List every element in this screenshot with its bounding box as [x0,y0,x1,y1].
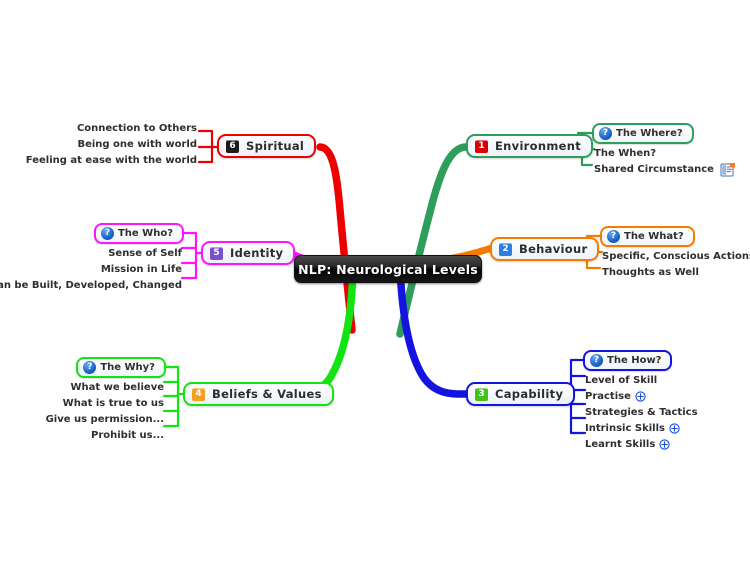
branch-label: Behaviour [519,242,588,256]
branch-label: Capability [495,387,564,401]
sub-item-label: Level of Skill [585,375,658,386]
sub-item[interactable]: Level of Skill [583,373,659,388]
sub-item[interactable]: What is true to us [61,396,166,411]
question-icon: ? [590,354,603,367]
sublist-capability: ? The How? Level of Skill Practise Strategie… [583,350,700,452]
branch-node-beliefs-values[interactable]: 4 Beliefs & Values [183,382,334,406]
sub-item-label: Give us permission... [45,414,164,425]
sublist-beliefs-values: ? The Why? What we believe What is true to … [44,357,166,443]
sub-item-label: Practise [585,391,631,402]
mindmap-canvas: NLP: Neurological Levels 1 Environment 2… [0,0,750,563]
branch-node-identity[interactable]: 5 Identity [201,241,296,265]
sub-item-label: Connection to Others [76,123,197,134]
subspine-identity [180,231,204,280]
sub-item[interactable]: Specific, Conscious Actions [600,249,750,264]
sublist-behaviour: ? The What? Specific, Conscious Actions Tho… [600,226,750,280]
sub-item[interactable]: Sense of Self [106,246,184,261]
branch-label: Identity [230,246,284,260]
sub-item[interactable]: Being one with world [75,137,199,152]
sub-item[interactable]: The When? [592,146,658,161]
sub-item-label: Being one with world [77,139,197,150]
sub-item-label: The Why? [100,362,155,373]
sub-item-label: The What? [624,231,684,242]
sub-item-label: Thoughts as Well [602,267,699,278]
question-icon: ? [100,227,114,240]
sub-item[interactable]: Feeling at ease with the world [24,153,199,168]
sub-item-label: Sense of Self [108,248,182,259]
sub-item-boxed[interactable]: ? The How? [583,350,673,371]
sublist-identity: ? The Who? Sense of Self Mission in Life Can… [0,223,184,293]
branch-node-behaviour[interactable]: 2 Behaviour [490,237,600,261]
sublist-environment: ? The Where? The When? Shared Circumstance [592,123,737,177]
branch-node-capability[interactable]: 3 Capability [466,382,576,406]
sub-item-label: Intrinsic Skills [585,423,665,434]
sub-item-label: Mission in Life [100,264,182,275]
wire-environment [396,143,470,338]
sub-item[interactable]: What we believe [68,380,166,395]
sub-item-label: Shared Circumstance [594,164,714,175]
subspine-beliefs [162,365,186,428]
expand-plus-icon[interactable] [635,391,646,402]
sub-item-label: The Who? [117,228,173,239]
sub-item-label: The When? [594,148,657,159]
note-attachment-icon[interactable] [720,162,735,177]
sub-item-label: Strategies & Tactics [585,407,698,418]
branch-number-badge: 5 [210,246,223,260]
sub-item[interactable]: Give us permission... [44,412,166,427]
question-icon: ? [83,361,97,374]
sub-item[interactable]: Practise [583,389,648,404]
sub-item[interactable]: Prohibit us... [89,428,166,443]
branch-node-spiritual[interactable]: 6 Spiritual [217,134,317,158]
branch-node-environment[interactable]: 1 Environment [466,134,594,158]
branch-number-badge: 4 [192,387,205,401]
sub-item[interactable]: Can be Built, Developed, Changed [0,278,184,293]
sub-item[interactable]: Connection to Others [75,121,199,136]
wire-beliefs [284,264,357,398]
sub-item-label: Learnt Skills [585,439,656,450]
question-icon: ? [607,230,620,243]
central-node[interactable]: NLP: Neurological Levels [294,255,482,283]
sub-item[interactable]: Strategies & Tactics [583,405,700,420]
sub-item-label: Feeling at ease with the world [25,155,197,166]
wire-spiritual [316,143,356,334]
sub-item[interactable]: Shared Circumstance [592,162,737,177]
sub-item[interactable]: Intrinsic Skills [583,421,682,436]
branch-label: Beliefs & Values [212,387,322,401]
sub-item-label: What is true to us [62,398,164,409]
wire-capability [396,264,472,398]
sub-item-label: Can be Built, Developed, Changed [0,280,182,291]
sub-item-label: Prohibit us... [91,430,164,441]
sublist-spiritual: Connection to Others Being one with world… [24,121,199,168]
question-icon: ? [599,127,612,140]
branch-number-badge: 2 [499,242,512,256]
branch-number-badge: 3 [475,387,488,401]
expand-plus-icon[interactable] [669,423,680,434]
sub-item-label: What we believe [70,382,164,393]
sub-item-boxed[interactable]: ? The Who? [93,223,184,244]
sub-item-boxed[interactable]: ? The Why? [76,357,166,378]
branch-number-badge: 1 [475,139,488,153]
sub-item[interactable]: Learnt Skills [583,437,672,452]
sub-item-label: Specific, Conscious Actions [602,251,750,262]
branch-number-badge: 6 [226,139,239,153]
sub-item-label: The Where? [616,128,683,139]
sub-item[interactable]: Mission in Life [99,262,184,277]
central-node-label: NLP: Neurological Levels [298,261,478,277]
sub-item-boxed[interactable]: ? The Where? [592,123,694,144]
branch-label: Spiritual [246,139,305,153]
sub-item-label: The How? [607,355,662,366]
sub-item[interactable]: Thoughts as Well [600,265,701,280]
branch-label: Environment [495,139,582,153]
expand-plus-icon[interactable] [659,439,670,450]
sub-item-boxed[interactable]: ? The What? [600,226,695,247]
subspine-spiritual [197,129,220,164]
